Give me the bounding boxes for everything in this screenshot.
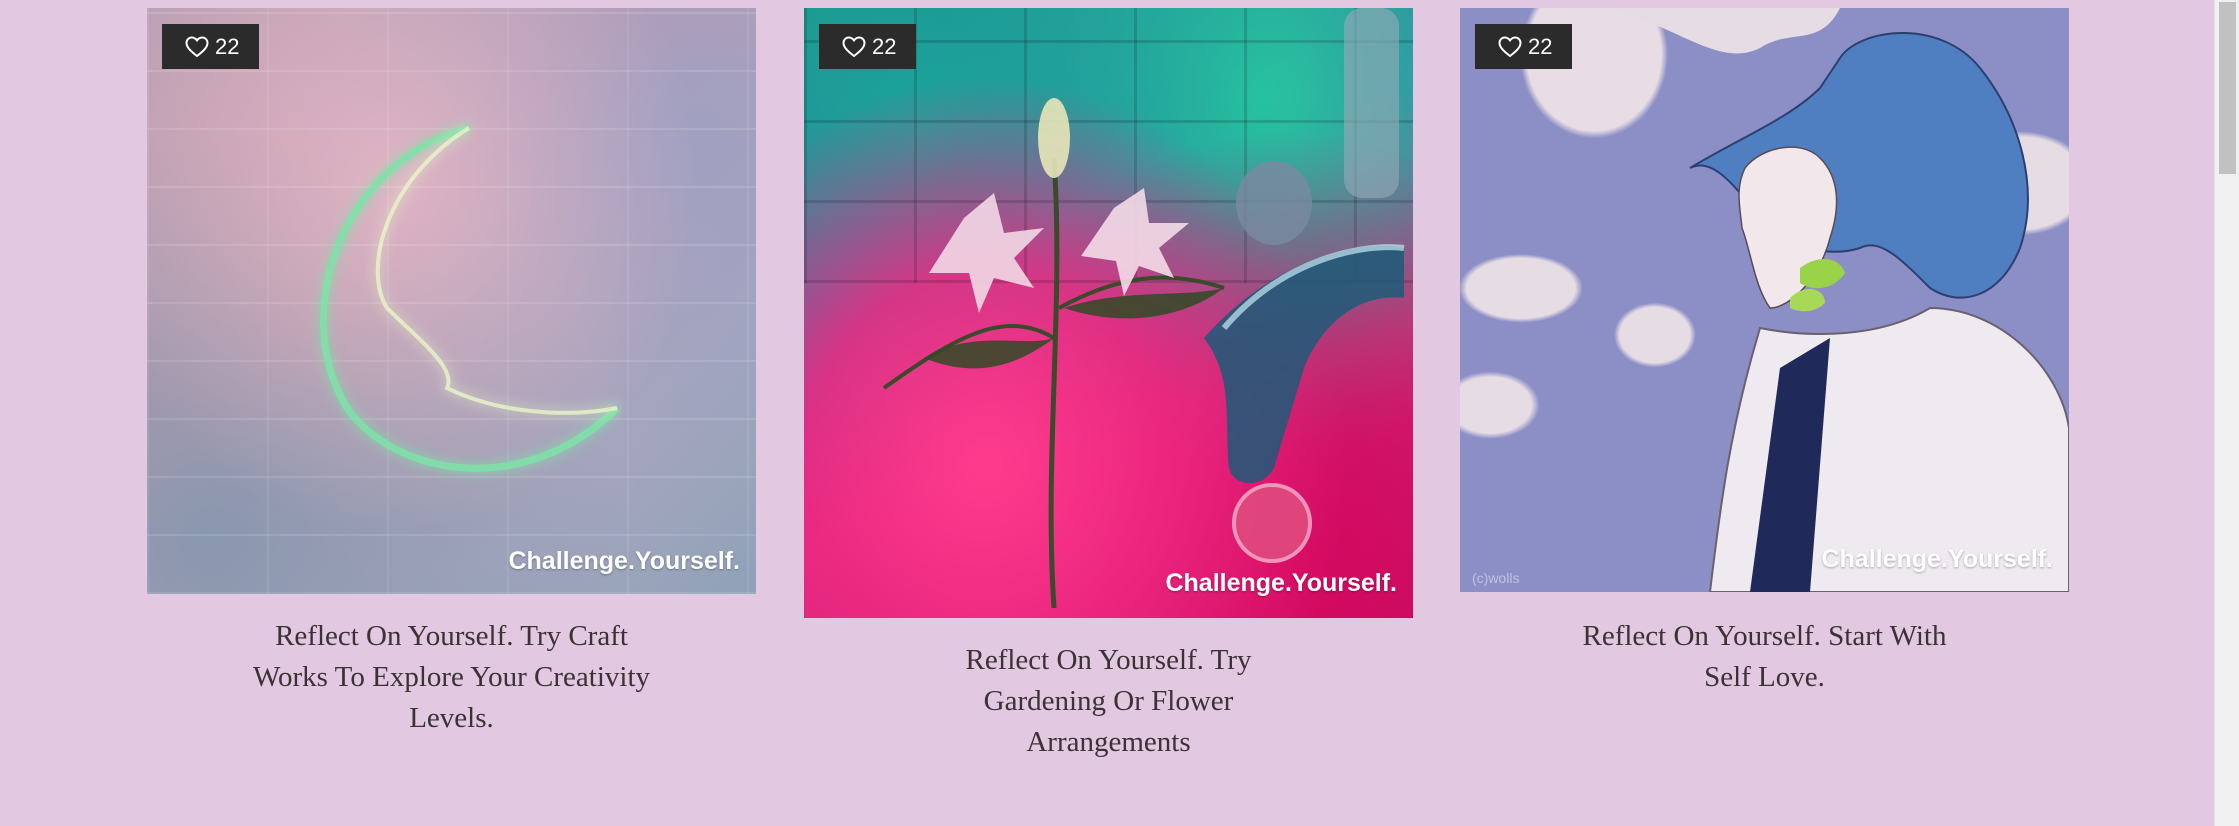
- neon-moon-image: [147, 8, 756, 594]
- post-caption[interactable]: Reflect On Yourself. Start With Self Lov…: [1565, 616, 1965, 698]
- like-button[interactable]: 22: [1475, 24, 1573, 69]
- like-button[interactable]: 22: [819, 24, 917, 69]
- post-image[interactable]: 22 Challenge.Yourself.: [147, 8, 756, 594]
- anime-girl-image: [1460, 8, 2069, 592]
- lily-sink-image: [804, 8, 1413, 618]
- post-card-self-love[interactable]: 22 (c)wolls Challenge.Yourself. Reflect …: [1460, 8, 2069, 698]
- heart-icon: [185, 35, 209, 57]
- like-count: 22: [872, 33, 897, 59]
- neon-moon-art: [320, 124, 620, 472]
- vertical-scrollbar[interactable]: [2214, 0, 2239, 826]
- scrollbar-thumb[interactable]: [2219, 2, 2236, 174]
- page: 22 Challenge.Yourself. Reflect On Yourse…: [0, 0, 2239, 826]
- like-count: 22: [1528, 33, 1553, 59]
- post-caption[interactable]: Reflect On Yourself. Try Gardening Or Fl…: [939, 640, 1279, 763]
- lily-art: [882, 8, 1405, 609]
- post-card-gardening[interactable]: 22 Challenge.Yourself. Reflect On Yourse…: [804, 8, 1413, 763]
- anime-girl-art: [1610, 8, 2069, 592]
- artist-credit: (c)wolls: [1472, 570, 1520, 586]
- heart-icon: [842, 35, 866, 57]
- post-image[interactable]: 22 (c)wolls Challenge.Yourself.: [1460, 8, 2069, 592]
- like-count: 22: [215, 33, 240, 59]
- post-caption[interactable]: Reflect On Yourself. Try Craft Works To …: [252, 616, 652, 739]
- like-button[interactable]: 22: [162, 24, 260, 69]
- watermark-text: Challenge.Yourself.: [1821, 545, 2053, 573]
- post-image[interactable]: 22 Challenge.Yourself.: [804, 8, 1413, 618]
- heart-icon: [1498, 35, 1522, 57]
- watermark-text: Challenge.Yourself.: [1165, 569, 1397, 597]
- post-card-craft[interactable]: 22 Challenge.Yourself. Reflect On Yourse…: [147, 8, 756, 739]
- watermark-text: Challenge.Yourself.: [508, 547, 740, 575]
